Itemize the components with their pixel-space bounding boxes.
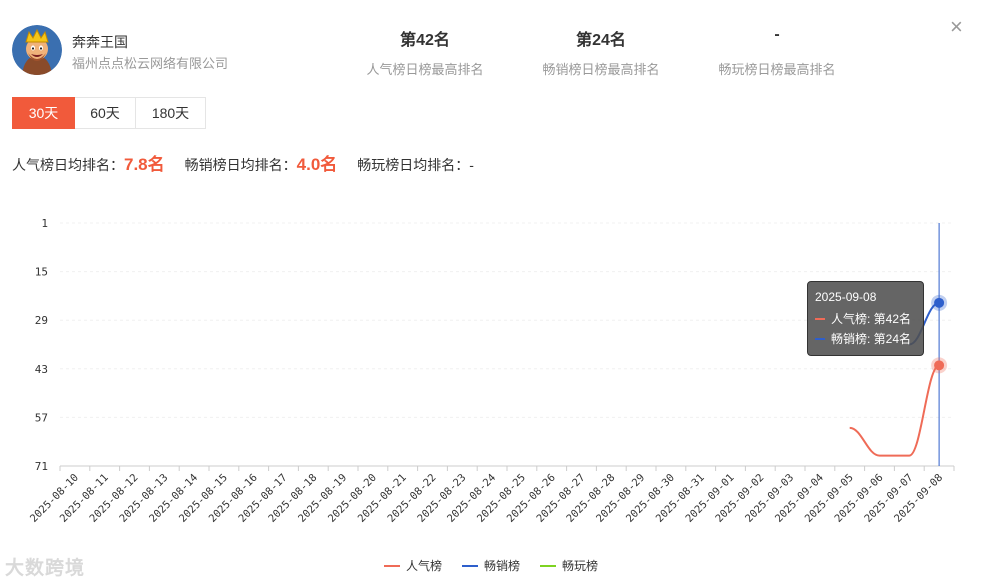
- tooltip-line-marker: [815, 337, 825, 340]
- series-point: [934, 297, 945, 308]
- legend-item-play[interactable]: 畅玩榜: [540, 557, 598, 574]
- legend-line-icon: [462, 564, 479, 567]
- y-tick-label: 43: [35, 363, 48, 376]
- y-tick-label: 71: [35, 460, 48, 473]
- series-line-0: [849, 364, 940, 457]
- legend-item-popularity[interactable]: 人气榜: [384, 557, 442, 574]
- chart-legend: 人气榜 畅销榜 畅玩榜: [384, 557, 618, 574]
- legend-item-bestseller[interactable]: 畅销榜: [462, 557, 520, 574]
- tooltip-value: 人气榜: 第42名: [831, 312, 912, 326]
- watermark-logo: 大数跨境: [5, 558, 86, 579]
- y-tick-label: 1: [41, 217, 48, 230]
- legend-line-icon: [540, 564, 557, 567]
- legend-label: 人气榜: [406, 559, 443, 573]
- chart-tooltip: 2025-09-08 人气榜: 第42名 畅销榜: 第24名: [807, 281, 924, 356]
- legend-line-icon: [384, 564, 400, 567]
- y-tick-label: 29: [35, 314, 48, 327]
- y-tick-label: 15: [35, 266, 48, 279]
- legend-label: 畅销榜: [484, 559, 521, 573]
- tooltip-row-bestseller: 畅销榜: 第24名: [815, 330, 916, 347]
- tooltip-value: 畅销榜: 第24名: [831, 332, 912, 346]
- rank-line-chart[interactable]: 115294357712025-08-102025-08-112025-08-1…: [0, 0, 990, 555]
- tooltip-line-marker: [815, 317, 825, 320]
- y-tick-label: 57: [35, 411, 48, 424]
- tooltip-row-popularity: 人气榜: 第42名: [815, 310, 916, 327]
- tooltip-date: 2025-09-08: [815, 290, 877, 304]
- series-point: [934, 360, 945, 371]
- legend-label: 畅玩榜: [562, 559, 599, 573]
